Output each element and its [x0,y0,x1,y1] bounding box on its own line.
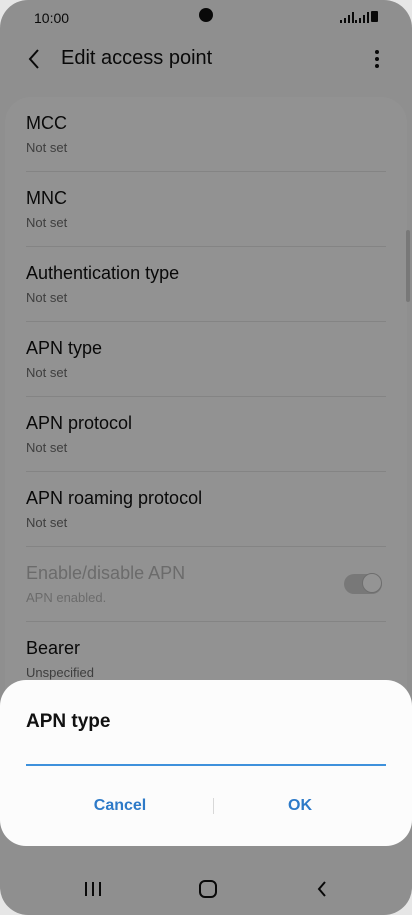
apn-type-dialog: APN type Cancel OK [0,680,412,846]
button-divider [213,798,214,814]
phone-screen: 10:00 Edit access point MCC Not set MNC … [0,0,412,915]
ok-button[interactable]: OK [282,790,318,822]
cancel-button[interactable]: Cancel [88,790,152,822]
apn-type-input[interactable] [26,742,386,766]
dialog-title: APN type [26,711,111,732]
